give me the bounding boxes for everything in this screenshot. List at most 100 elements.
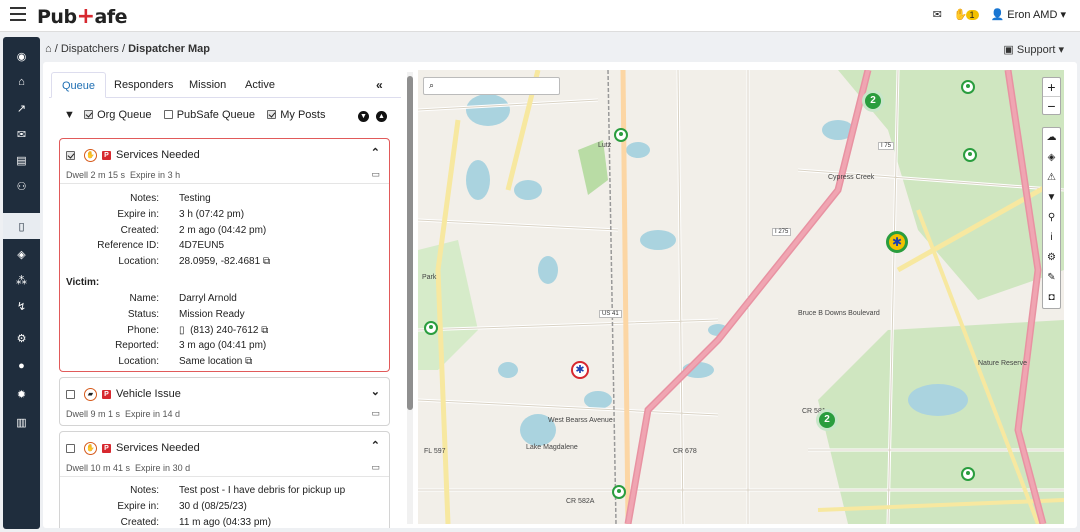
map-icon[interactable]: ◈ [3,241,40,267]
divider [60,183,389,184]
org-icon[interactable]: ⁂ [3,267,40,293]
chevron-up-icon[interactable]: ⌃ [371,439,380,452]
person-marker-icon[interactable]: ⚲ [1043,208,1060,228]
responder-marker[interactable] [961,80,975,94]
info-icon[interactable]: i [1043,228,1060,248]
post-title: Services Needed [116,442,200,454]
post-checkbox[interactable] [66,150,75,160]
briefcase-icon: ▣ [1003,44,1014,56]
draw-icon[interactable]: ✎ [1043,268,1060,288]
list-item[interactable]: ▰ P Vehicle Issue ⌄ Dwell 9 m 1 s Expire… [59,377,390,426]
map-tiles [418,70,1064,524]
map-tools: ☁ ◈ ⚠ ▼ ⚲ i ⚙ ✎ ◘ [1042,127,1061,309]
list-item[interactable]: ✋ P Services Needed ⌃ Dwell 2 m 15 s Exp… [59,138,390,372]
zoom-out-button[interactable]: − [1043,96,1060,114]
tab-queue[interactable]: Queue [51,72,107,98]
marker-cluster[interactable]: 2 [862,90,884,112]
post-checkbox[interactable] [66,389,75,399]
responder-marker[interactable] [961,467,975,481]
priority-icon: P [102,389,111,399]
post-title: Services Needed [116,149,200,161]
notification-badge: 1 [965,10,979,20]
breadcrumb: ⌂ / Dispatchers / Dispatcher Map [45,43,211,55]
chevron-down-icon[interactable]: ⌄ [371,385,380,398]
mail-icon[interactable]: ✉ [933,8,942,21]
hand-icon: ✋ [84,148,97,162]
list-item[interactable]: ✋ P Services Needed ⌃ Dwell 10 m 41 s Ex… [59,431,390,528]
settings-icon[interactable]: ⚙ [1043,248,1060,268]
org-queue-checkbox[interactable] [84,110,94,119]
responder-marker[interactable] [963,148,977,162]
search-icon: ⌕ [429,80,435,90]
globe-icon[interactable]: ◉ [3,43,40,69]
user-menu[interactable]: 👤 Eron AMD ▾ [991,8,1066,21]
map-search-input[interactable]: ⌕ [423,77,560,95]
building-icon[interactable]: ▥ [3,409,40,435]
responder-marker[interactable] [424,321,438,335]
menu-icon[interactable] [10,7,26,21]
post-dwell: Dwell 2 m 15 s Expire in 3 h [66,170,181,180]
mobile-icon[interactable]: ▯ [3,213,40,239]
my-posts-checkbox[interactable] [267,110,277,119]
top-bar: Pub+afe ✉ ✋ 1 👤 Eron AMD ▾ [0,0,1080,32]
hand-icon: ✋ [84,441,97,455]
expand-all-button[interactable]: ▲ [376,111,387,122]
truck-icon: ▰ [84,387,97,401]
list-scrollbar[interactable] [407,72,413,524]
settings-icon[interactable]: ✹ [3,381,40,407]
chevron-up-icon[interactable]: ⌃ [371,146,380,159]
panel-tabs: Queue Responders Mission Active [49,72,401,98]
collapse-panel-button[interactable]: « [376,78,383,92]
sidebar: ◉ ⌂ ↗ ✉ ▤ ⚇ ▯ ◈ ⁂ ↯ ⚙ ● ✹ ▥ [3,37,40,529]
post-dwell: Dwell 10 m 41 s Expire in 30 d [66,463,191,473]
filter-icon[interactable]: ▼ [1043,188,1060,208]
warning-icon[interactable]: ⚠ [1043,168,1060,188]
breadcrumb-dispatchers[interactable]: Dispatchers [61,43,119,55]
pubsafe-queue-checkbox[interactable] [163,110,173,119]
tab-responders[interactable]: Responders [104,72,183,98]
camera-icon[interactable]: ◘ [1043,288,1060,308]
tab-mission[interactable]: Mission [179,72,236,98]
chat-icon[interactable]: ▭ [371,169,380,180]
support-menu[interactable]: ▣ Support ▾ [1003,43,1064,56]
cloud-icon[interactable]: ☁ [1043,128,1060,148]
person-icon[interactable]: ● [3,353,40,379]
copy-icon[interactable]: ⧉ [245,356,252,367]
notifications-button[interactable]: ✋ 1 [954,8,979,21]
selected-post-marker[interactable]: ✱ [571,361,589,379]
zoom-in-button[interactable]: + [1043,78,1060,96]
app-logo[interactable]: Pub+afe [37,4,127,29]
collapse-all-button[interactable]: ▼ [358,111,369,122]
post-title: Vehicle Issue [116,388,181,400]
scrollbar-thumb[interactable] [407,76,413,410]
route-icon[interactable]: ↯ [3,293,40,319]
priority-icon: P [102,443,111,453]
map-layers-icon[interactable]: ◈ [1043,148,1060,168]
copy-icon[interactable]: ⧉ [263,256,270,267]
responder-marker[interactable] [612,485,626,499]
priority-icon: P [102,150,111,160]
chat-icon[interactable]: ▭ [371,462,380,473]
post-checkbox[interactable] [66,443,75,453]
home-icon[interactable]: ⌂ [45,43,52,55]
tab-active[interactable]: Active [235,72,285,98]
users-icon[interactable]: ⚇ [3,173,40,199]
phone-icon: ▯ [179,325,185,336]
marker-cluster[interactable]: 2 [816,409,838,431]
chart-icon[interactable]: ↗ [3,95,40,121]
post-dwell: Dwell 9 m 1 s Expire in 14 d [66,409,181,419]
home-icon[interactable]: ⌂ [3,69,40,95]
mail-nav-icon[interactable]: ✉ [3,121,40,147]
copy-icon[interactable]: ⧉ [261,325,268,336]
victim-heading: Victim: [66,277,100,288]
queue-list: ✋ P Services Needed ⌃ Dwell 2 m 15 s Exp… [57,136,395,528]
incident-marker[interactable]: ✱ [886,231,908,253]
filter-icon[interactable]: ▼ [64,109,75,121]
queue-filters: ▼ Org Queue PubSafe Queue My Posts ▼ ▲ [64,109,394,125]
user-icon: 👤 [990,9,1005,21]
responder-marker[interactable] [614,128,628,142]
gear-icon[interactable]: ⚙ [3,325,40,351]
dispatcher-map[interactable]: ⌕ + − ☁ ◈ ⚠ ▼ ⚲ i ⚙ ✎ ◘ Lutz Cypress Cre… [418,70,1064,524]
chat-icon[interactable]: ▭ [371,408,380,419]
id-card-icon[interactable]: ▤ [3,147,40,173]
